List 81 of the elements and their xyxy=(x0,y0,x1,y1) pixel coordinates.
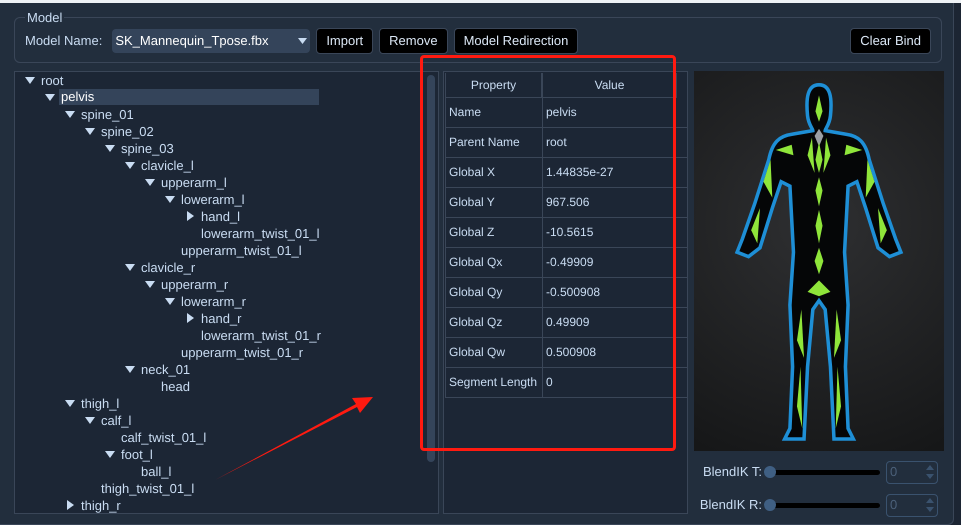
table-cell: root xyxy=(542,128,687,156)
blend-label: BlendIK T: xyxy=(702,463,762,482)
table-cell: -10.5615 xyxy=(542,218,687,246)
expanded-arrow-icon[interactable] xyxy=(25,76,35,84)
table-cell: Global Qx xyxy=(445,248,542,276)
tree-item[interactable]: spine_02 xyxy=(99,124,156,138)
slider-track[interactable] xyxy=(764,466,880,478)
table-cell: 1.44835e-27 xyxy=(542,158,687,186)
tree-item[interactable]: root xyxy=(39,72,66,88)
expanded-arrow-icon[interactable] xyxy=(85,416,95,424)
table-cell: Global Qy xyxy=(445,278,542,306)
tree-item[interactable]: thigh_r xyxy=(79,498,123,512)
tree-item[interactable]: head xyxy=(159,378,192,394)
tree-item[interactable]: lowerarm_r xyxy=(179,294,248,308)
model-dropdown[interactable]: SK_Mannequin_Tpose.fbx xyxy=(112,28,310,52)
table-cell: Global Qw xyxy=(445,338,542,366)
expanded-arrow-icon[interactable] xyxy=(165,298,175,304)
table-cell: Global Qz xyxy=(445,308,542,336)
table-cell: Global X xyxy=(445,158,542,186)
collapsed-arrow-icon[interactable] xyxy=(186,313,194,323)
tree-item[interactable]: thigh_twist_01_l xyxy=(99,480,196,496)
dropdown-caret-icon xyxy=(298,38,308,44)
tree-item[interactable]: foot_l xyxy=(119,446,155,462)
tree-item[interactable]: upperarm_r xyxy=(159,276,230,292)
table-cell: 0.500908 xyxy=(542,338,687,366)
tree-item[interactable]: thigh_l xyxy=(79,396,122,410)
table-cell: pelvis xyxy=(542,98,687,126)
table-cell: -0.49909 xyxy=(542,248,687,276)
tree-item[interactable]: upperarm_twist_01_r xyxy=(179,344,306,360)
group-title: Model xyxy=(26,9,64,27)
slider-track[interactable] xyxy=(764,499,880,511)
table-cell: 0.49909 xyxy=(542,308,687,336)
tree-item[interactable]: spine_01 xyxy=(79,106,136,122)
tree-item[interactable]: calf_twist_01_l xyxy=(119,430,208,444)
tree-item[interactable]: spine_03 xyxy=(119,140,176,156)
tree-item[interactable]: calf_l xyxy=(99,412,134,428)
expanded-arrow-icon[interactable] xyxy=(105,144,115,152)
expanded-arrow-icon[interactable] xyxy=(65,110,75,118)
expanded-arrow-icon[interactable] xyxy=(105,450,115,458)
table-cell: Global Z xyxy=(445,218,542,246)
spin-arrows-icon xyxy=(926,465,934,479)
column-header[interactable]: Property xyxy=(445,72,542,96)
tree-item[interactable]: neck_01 xyxy=(139,362,192,376)
toolbar-button[interactable]: Remove xyxy=(379,28,448,54)
scrollbar[interactable] xyxy=(427,74,435,462)
tree-item[interactable]: lowerarm_l xyxy=(179,192,247,206)
tree-item[interactable]: hand_r xyxy=(199,310,244,326)
expanded-arrow-icon[interactable] xyxy=(145,178,155,186)
column-header[interactable]: Value xyxy=(542,72,677,96)
blend-label: BlendIK R: xyxy=(698,496,762,514)
collapsed-arrow-icon[interactable] xyxy=(186,211,194,221)
table-cell: Parent Name xyxy=(445,128,542,156)
toolbar-button[interactable]: Import xyxy=(316,28,374,54)
spin-arrows-icon xyxy=(926,498,934,512)
tree-item[interactable]: pelvis xyxy=(59,89,319,105)
collapsed-arrow-icon[interactable] xyxy=(66,500,74,510)
expanded-arrow-icon[interactable] xyxy=(45,94,55,100)
table-cell: Segment Length xyxy=(445,368,542,396)
table-cell: Name xyxy=(445,98,542,126)
expanded-arrow-icon[interactable] xyxy=(145,280,155,288)
tree-item[interactable]: hand_l xyxy=(199,208,242,224)
tree-item[interactable]: lowerarm_twist_01_l xyxy=(199,226,322,240)
toolbar-button[interactable]: Model Redirection xyxy=(454,28,578,54)
model-name-label: Model Name: xyxy=(25,32,102,50)
table-cell: 0 xyxy=(542,368,687,396)
expanded-arrow-icon[interactable] xyxy=(165,196,175,202)
expanded-arrow-icon[interactable] xyxy=(125,264,135,270)
clear-bind-button[interactable]: Clear Bind xyxy=(850,28,931,54)
tree-item[interactable]: clavicle_r xyxy=(139,260,198,274)
tree-item[interactable]: upperarm_l xyxy=(159,174,229,190)
expanded-arrow-icon[interactable] xyxy=(65,400,75,406)
expanded-arrow-icon[interactable] xyxy=(125,366,135,372)
tree-item[interactable]: ball_l xyxy=(139,464,174,478)
expanded-arrow-icon[interactable] xyxy=(125,162,135,168)
expanded-arrow-icon[interactable] xyxy=(85,128,95,134)
tree-item[interactable]: lowerarm_twist_01_r xyxy=(199,328,323,342)
table-cell: Global Y xyxy=(445,188,542,216)
tree-item[interactable]: upperarm_twist_01_l xyxy=(179,242,304,258)
table-cell: -0.500908 xyxy=(542,278,687,306)
tree-item[interactable]: clavicle_l xyxy=(139,158,196,172)
table-cell: 967.506 xyxy=(542,188,687,216)
